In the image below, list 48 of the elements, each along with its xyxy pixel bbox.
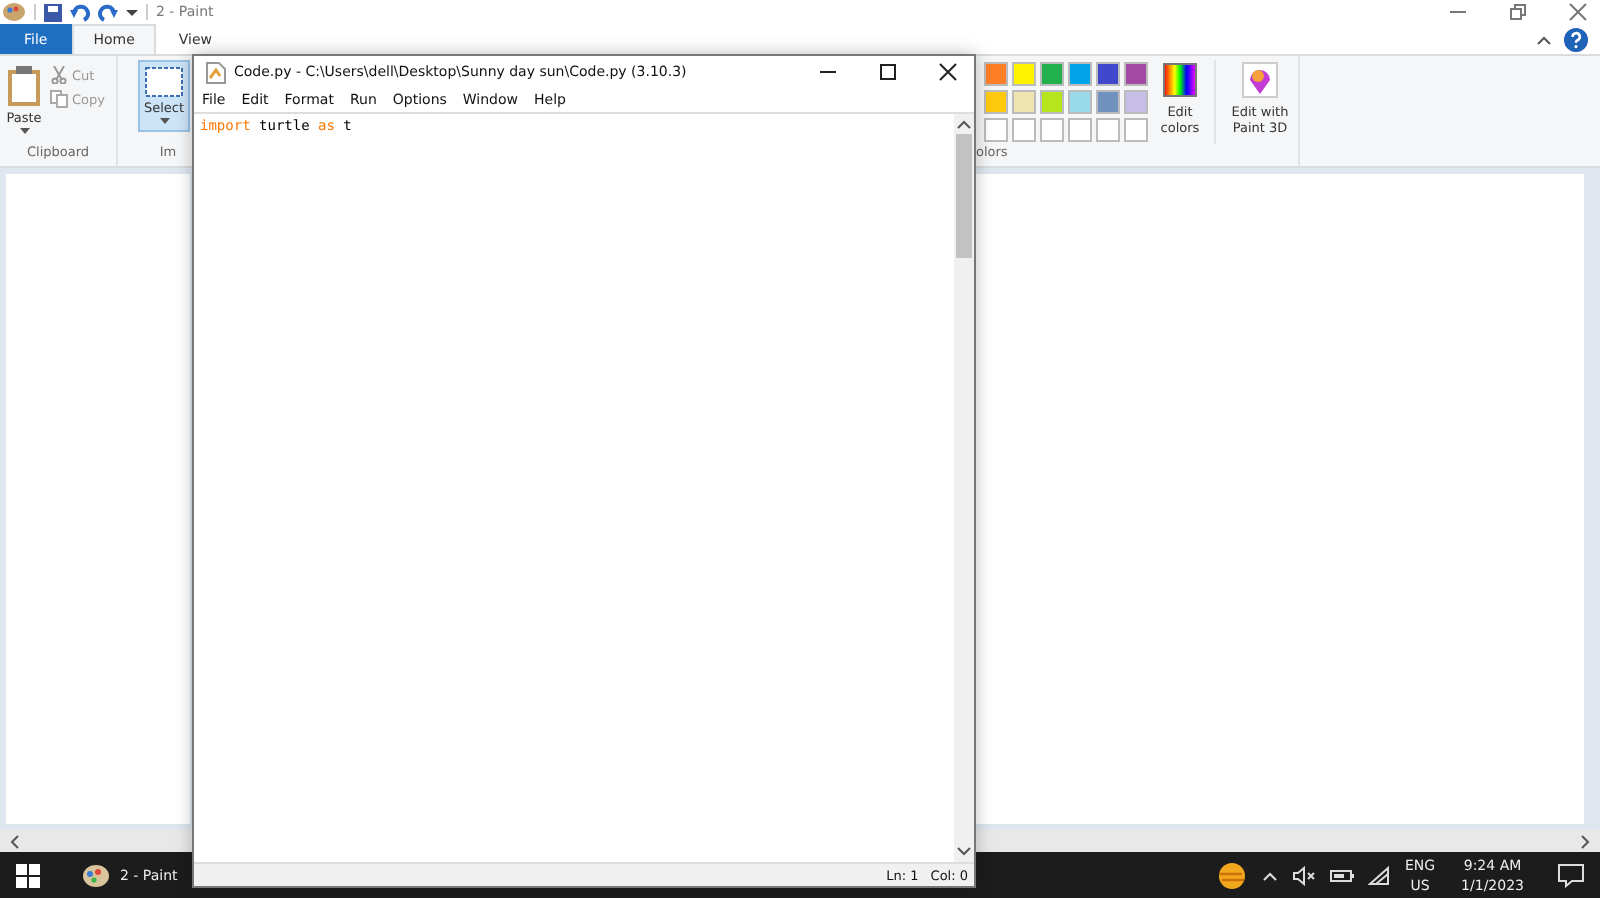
color-swatch[interactable] <box>1012 90 1036 114</box>
save-icon[interactable] <box>44 3 62 21</box>
clipboard-icon[interactable] <box>6 64 42 108</box>
color-swatch[interactable] <box>1068 90 1092 114</box>
color-swatch[interactable] <box>1012 62 1036 86</box>
color-swatch[interactable] <box>1124 62 1148 86</box>
battery-icon[interactable] <box>1330 867 1355 883</box>
color-swatch[interactable] <box>1040 90 1064 114</box>
scroll-right-icon[interactable] <box>1580 833 1592 849</box>
paint-palette-icon <box>82 863 110 887</box>
dropdown-caret-icon[interactable] <box>126 6 138 18</box>
color-swatch[interactable] <box>1012 118 1036 142</box>
paint-drop-icon <box>1242 62 1278 98</box>
dropdown-caret-icon <box>159 118 170 126</box>
undo-icon[interactable] <box>70 3 90 21</box>
notification-icon[interactable] <box>1558 863 1584 887</box>
windows-start-icon[interactable] <box>16 863 40 887</box>
selection-rectangle-icon <box>144 66 185 98</box>
scroll-left-icon[interactable] <box>8 833 20 849</box>
tray-caret-icon[interactable] <box>1262 869 1279 881</box>
collapse-caret-icon[interactable] <box>1536 33 1552 45</box>
scroll-up-icon[interactable] <box>956 118 972 130</box>
color-swatch[interactable] <box>1068 118 1092 142</box>
restore-icon[interactable] <box>1508 2 1528 22</box>
color-swatch[interactable] <box>1096 118 1120 142</box>
help-icon[interactable] <box>1564 27 1588 51</box>
close-icon[interactable] <box>938 62 958 82</box>
color-swatch[interactable] <box>1124 90 1148 114</box>
color-swatch[interactable] <box>984 90 1008 114</box>
color-spectrum-icon <box>1162 62 1198 98</box>
color-swatch[interactable] <box>1040 62 1064 86</box>
color-swatch[interactable] <box>984 118 1008 142</box>
color-swatch[interactable] <box>1096 62 1120 86</box>
scroll-down-icon[interactable] <box>956 846 972 858</box>
maximize-icon[interactable] <box>878 62 898 82</box>
copy-icon <box>50 90 68 108</box>
color-swatch[interactable] <box>984 62 1008 86</box>
speaker-muted-icon[interactable] <box>1292 865 1317 885</box>
paint-app-icon <box>2 2 26 22</box>
dropdown-caret-icon[interactable] <box>19 128 29 136</box>
color-swatch[interactable] <box>1096 90 1120 114</box>
scissors-icon <box>50 66 68 84</box>
color-swatch[interactable] <box>1068 62 1092 86</box>
color-swatch[interactable] <box>1124 118 1148 142</box>
redo-icon[interactable] <box>98 3 118 21</box>
color-swatch[interactable] <box>1040 118 1064 142</box>
weather-sun-icon[interactable] <box>1216 861 1249 889</box>
scrollbar-thumb[interactable] <box>956 134 972 258</box>
